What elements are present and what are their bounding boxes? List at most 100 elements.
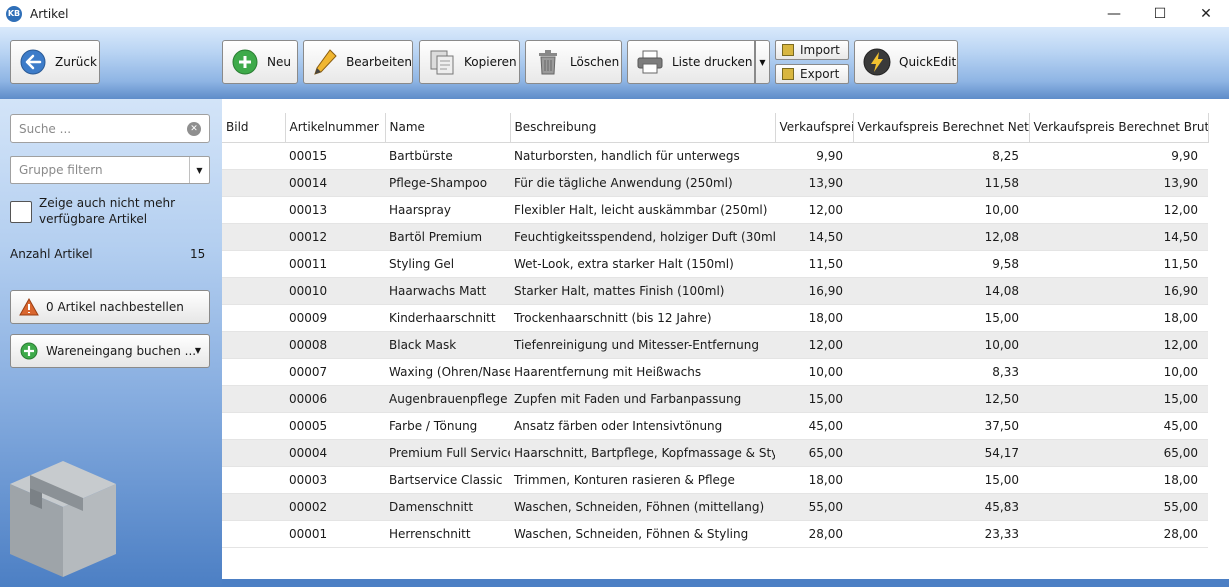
print-options-dropdown[interactable]: ▼ — [755, 40, 770, 84]
cell-description: Trockenhaarschnitt (bis 12 Jahre) — [510, 304, 775, 332]
column-header[interactable]: Verkaufsprei — [775, 113, 854, 143]
new-button[interactable]: Neu — [222, 40, 298, 84]
table-row[interactable]: 00011 Styling Gel Wet-Look, extra starker … — [222, 250, 1208, 278]
delete-button[interactable]: Löschen — [525, 40, 622, 84]
cell-article-number: 00014 — [285, 169, 385, 197]
column-header[interactable]: Verkaufspreis Berechnet Brutto — [1029, 113, 1209, 143]
cell-description: Haarentfernung mit Heißwachs — [510, 358, 775, 386]
cell-sales-price: 18,00 — [775, 304, 853, 332]
cell-sales-price: 18,00 — [775, 466, 853, 494]
arrow-left-icon — [19, 48, 47, 76]
column-header[interactable]: Name — [385, 113, 511, 143]
edit-button[interactable]: Bearbeiten — [303, 40, 413, 84]
table-row[interactable]: 00015 Bartbürste Naturborsten, handlich fü… — [222, 142, 1208, 170]
goods-receipt-button[interactable]: Wareneingang buchen ... ▼ — [10, 334, 210, 368]
chevron-down-icon: ▼ — [759, 57, 766, 67]
cell-name: Bartöl Premium — [385, 223, 510, 251]
column-header[interactable]: Verkaufspreis Berechnet Netto — [853, 113, 1030, 143]
import-button[interactable]: Import — [775, 40, 849, 60]
clear-search-icon[interactable]: ✕ — [187, 122, 201, 136]
table-row[interactable]: 00014 Pflege-Shampoo Für die tägliche Anwe… — [222, 169, 1208, 197]
export-label: Export — [800, 67, 840, 81]
show-unavailable-checkbox[interactable] — [10, 201, 32, 223]
column-header[interactable]: Bild — [222, 113, 286, 143]
cell-price-gross: 65,00 — [1029, 439, 1208, 467]
cell-price-net: 10,00 — [853, 196, 1029, 224]
quickedit-button[interactable]: QuickEdit — [854, 40, 958, 84]
table-row[interactable]: 00002 Damenschnitt Waschen, Schneiden, Föh… — [222, 493, 1208, 521]
plus-icon — [19, 341, 39, 361]
copy-label: Kopieren — [464, 55, 517, 69]
cell-name: Kinderhaarschnitt — [385, 304, 510, 332]
cell-image — [222, 466, 285, 494]
cell-article-number: 00004 — [285, 439, 385, 467]
cell-price-gross: 28,00 — [1029, 520, 1208, 548]
cell-article-number: 00002 — [285, 493, 385, 521]
table-header-row: Bild Artikelnummer Name Beschreibung Ver… — [222, 113, 1209, 143]
cell-name: Damenschnitt — [385, 493, 510, 521]
cell-price-net: 14,08 — [853, 277, 1029, 305]
cell-sales-price: 14,50 — [775, 223, 853, 251]
table-row[interactable]: 00005 Farbe / Tönung Ansatz färben oder In… — [222, 412, 1208, 440]
reorder-label: 0 Artikel nachbestellen — [46, 300, 184, 314]
cell-name: Farbe / Tönung — [385, 412, 510, 440]
cell-image — [222, 142, 285, 170]
table-row[interactable]: 00013 Haarspray Flexibler Halt, leicht aus… — [222, 196, 1208, 224]
cell-description: Tiefenreinigung und Mitesser-Entfernung — [510, 331, 775, 359]
cell-image — [222, 223, 285, 251]
table-row[interactable]: 00012 Bartöl Premium Feuchtigkeitsspendend… — [222, 223, 1208, 251]
warning-icon — [19, 297, 39, 317]
window-title: Artikel — [30, 6, 69, 21]
table-row[interactable]: 00010 Haarwachs Matt Starker Halt, mattes … — [222, 277, 1208, 305]
copy-button[interactable]: Kopieren — [419, 40, 520, 84]
show-unavailable-label: Zeige auch nicht mehr verfügbare Artikel — [39, 196, 176, 226]
cell-name: Herrenschnitt — [385, 520, 510, 548]
cell-article-number: 00003 — [285, 466, 385, 494]
table-row[interactable]: 00001 Herrenschnitt Waschen, Schneiden, Fö… — [222, 520, 1208, 548]
table-row[interactable]: 00007 Waxing (Ohren/Nase) Haarentfernung m… — [222, 358, 1208, 386]
printer-icon — [636, 48, 664, 76]
table-row[interactable]: 00004 Premium Full Service Haarschnitt, Ba… — [222, 439, 1208, 467]
table-row[interactable]: 00003 Bartservice Classic Trimmen, Konture… — [222, 466, 1208, 494]
cell-price-net: 54,17 — [853, 439, 1029, 467]
cell-price-net: 12,50 — [853, 385, 1029, 413]
cell-name: Premium Full Service — [385, 439, 510, 467]
import-label: Import — [800, 43, 840, 57]
cell-name: Pflege-Shampoo — [385, 169, 510, 197]
cell-price-net: 45,83 — [853, 493, 1029, 521]
chevron-down-icon: ▼ — [194, 346, 201, 355]
article-count-value: 15 — [190, 247, 206, 261]
maximize-button[interactable]: ☐ — [1137, 0, 1183, 27]
cell-article-number: 00007 — [285, 358, 385, 386]
group-filter-select[interactable]: Gruppe filtern ▼ — [10, 156, 210, 184]
back-button[interactable]: Zurück — [10, 40, 100, 84]
cell-image — [222, 304, 285, 332]
table-row[interactable]: 00008 Black Mask Tiefenreinigung und Mites… — [222, 331, 1208, 359]
sidebar: Suche ... ✕ Gruppe filtern ▼ Zeige auch … — [0, 99, 222, 587]
cell-price-net: 10,00 — [853, 331, 1029, 359]
reorder-button[interactable]: 0 Artikel nachbestellen — [10, 290, 210, 324]
table-row[interactable]: 00006 Augenbrauenpflege Zupfen mit Faden u… — [222, 385, 1208, 413]
minimize-button[interactable]: — — [1091, 0, 1137, 27]
article-count-label: Anzahl Artikel — [10, 247, 93, 261]
cell-article-number: 00005 — [285, 412, 385, 440]
cell-article-number: 00013 — [285, 196, 385, 224]
column-header[interactable]: Artikelnummer — [285, 113, 386, 143]
search-input[interactable]: Suche ... ✕ — [10, 114, 210, 143]
table-row[interactable]: 00009 Kinderhaarschnitt Trockenhaarschnitt… — [222, 304, 1208, 332]
cell-price-net: 8,25 — [853, 142, 1029, 170]
cell-sales-price: 12,00 — [775, 331, 853, 359]
cell-image — [222, 385, 285, 413]
print-list-button[interactable]: Liste drucken — [627, 40, 755, 84]
cell-description: Zupfen mit Faden und Farbanpassung — [510, 385, 775, 413]
cell-description: Waschen, Schneiden, Föhnen (mittellang) — [510, 493, 775, 521]
export-button[interactable]: Export — [775, 64, 849, 84]
cell-article-number: 00015 — [285, 142, 385, 170]
close-button[interactable]: ✕ — [1183, 0, 1229, 27]
cell-price-net: 11,58 — [853, 169, 1029, 197]
cell-price-gross: 18,00 — [1029, 466, 1208, 494]
cell-image — [222, 277, 285, 305]
cell-name: Waxing (Ohren/Nase) — [385, 358, 510, 386]
column-header[interactable]: Beschreibung — [510, 113, 776, 143]
chevron-down-icon[interactable]: ▼ — [189, 157, 209, 183]
